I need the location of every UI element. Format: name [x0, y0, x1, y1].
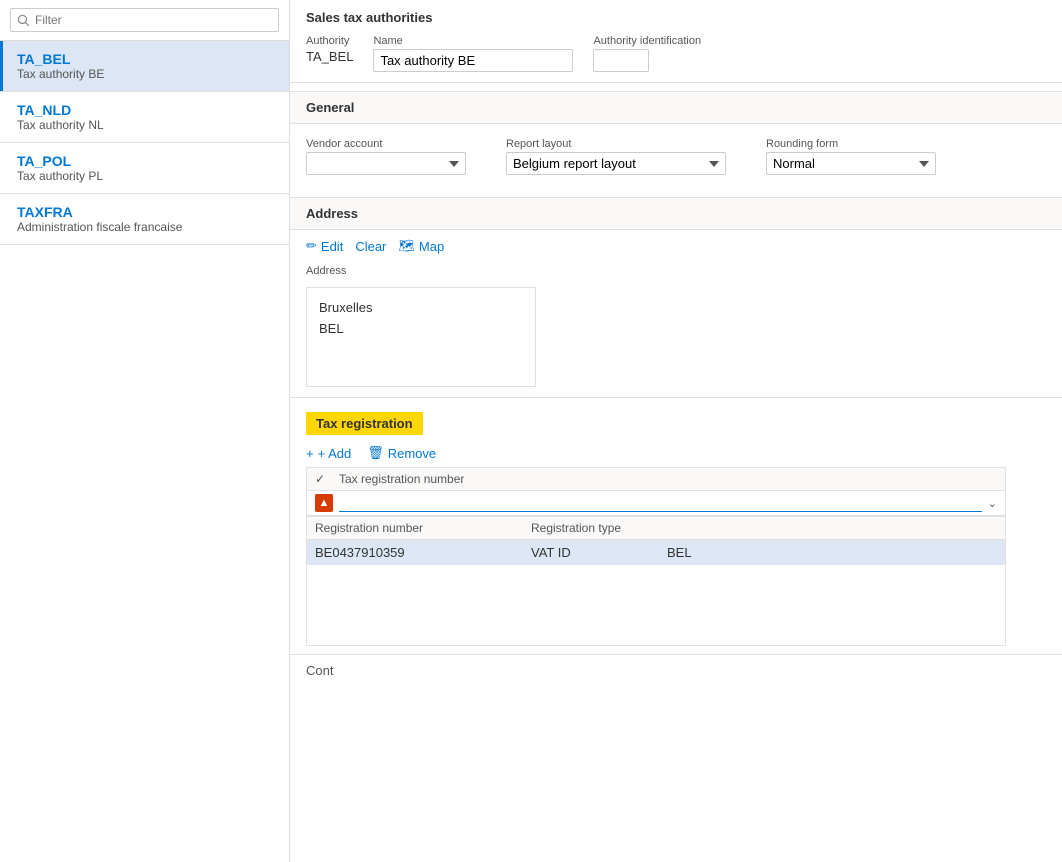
add-button[interactable]: + + Add	[306, 446, 351, 461]
dropdown-results: Registration number Registration type BE…	[306, 517, 1006, 646]
sidebar-item-desc: Tax authority NL	[17, 118, 275, 132]
tax-reg-input[interactable]	[339, 494, 982, 512]
sidebar-item-ta-nld[interactable]: TA_NLD Tax authority NL	[0, 92, 289, 142]
edit-button[interactable]: ✏ Edit	[306, 236, 343, 256]
name-input[interactable]	[373, 49, 573, 72]
sidebar-filter-container	[0, 0, 289, 41]
address-actions: ✏ Edit Clear 🗺 Map	[290, 230, 1062, 262]
add-icon: +	[306, 446, 314, 461]
remove-label: Remove	[388, 446, 436, 461]
sidebar-item-desc: Tax authority PL	[17, 169, 275, 183]
address-line2: BEL	[319, 319, 523, 340]
general-panel: General Vendor account Report layout Bel…	[290, 91, 1062, 189]
sidebar-item-code: TAXFRA	[17, 204, 275, 220]
sidebar-item-ta-pol[interactable]: TA_POL Tax authority PL	[0, 143, 289, 193]
dropdown-row-1[interactable]: BE0437910359 VAT ID BEL	[307, 540, 1005, 565]
chevron-down-icon[interactable]: ⌄	[988, 497, 997, 510]
cont-label: Cont	[290, 654, 1062, 686]
address-box: Bruxelles BEL	[306, 287, 536, 387]
authority-form-row: Authority TA_BEL Name Authority identifi…	[290, 31, 1062, 83]
pencil-icon: ✏	[306, 238, 317, 254]
auth-id-input[interactable]	[593, 49, 649, 72]
clear-button[interactable]: Clear	[355, 237, 386, 256]
sidebar-item-code: TA_BEL	[17, 51, 275, 67]
auth-id-label: Authority identification	[593, 35, 701, 47]
sidebar-item-code: TA_POL	[17, 153, 275, 169]
address-header: Address	[290, 198, 1062, 230]
trash-icon: 🗑	[367, 445, 384, 461]
rounding-form-label: Rounding form	[766, 138, 936, 150]
check-col-header: ✓	[315, 472, 339, 486]
address-field-label-row: Address	[290, 262, 1062, 281]
remove-button[interactable]: 🗑 Remove	[367, 445, 436, 461]
tax-input-row: ▲ ⌄	[307, 491, 1005, 516]
map-button[interactable]: 🗺 Map	[398, 236, 444, 256]
filter-input[interactable]	[10, 8, 279, 32]
address-actions-row: ✏ Edit Clear 🗺 Map Address Bruxelles BEL	[290, 230, 1062, 387]
sidebar-item-desc: Tax authority BE	[17, 67, 275, 81]
authority-value: TA_BEL	[306, 49, 353, 64]
reg-number-col-header: Registration number	[315, 521, 515, 535]
sidebar-item-ta-bel[interactable]: TA_BEL Tax authority BE	[0, 41, 289, 91]
reg-num-col-header: Tax registration number	[339, 472, 997, 486]
general-body: Vendor account Report layout Belgium rep…	[290, 124, 1062, 189]
tax-registration-label: Tax registration	[306, 412, 423, 435]
sidebar: TA_BEL Tax authority BE TA_NLD Tax autho…	[0, 0, 290, 862]
warning-icon: ▲	[315, 494, 333, 512]
reg-type-col-header: Registration type	[531, 521, 651, 535]
sidebar-item-code: TA_NLD	[17, 102, 275, 118]
page-title: Sales tax authorities	[290, 0, 1062, 31]
rounding-form-field: Rounding form Normal	[766, 138, 936, 175]
tax-table-header-row: ✓ Tax registration number	[307, 468, 1005, 491]
map-icon: 🗺	[398, 238, 415, 254]
tax-registration-section: Tax registration + + Add 🗑 Remove ✓ Tax …	[290, 397, 1062, 646]
address-field-label: Address	[306, 265, 346, 277]
dropdown-row1-country: BEL	[667, 545, 997, 560]
add-label: + Add	[318, 446, 352, 461]
vendor-account-label: Vendor account	[306, 138, 466, 150]
sidebar-item-taxfra[interactable]: TAXFRA Administration fiscale francaise	[0, 194, 289, 244]
authority-field: Authority TA_BEL	[306, 35, 353, 64]
main-content: Sales tax authorities Authority TA_BEL N…	[290, 0, 1062, 862]
address-line1: Bruxelles	[319, 298, 523, 319]
divider-4	[0, 244, 289, 245]
sidebar-item-desc: Administration fiscale francaise	[17, 220, 275, 234]
auth-id-field: Authority identification	[593, 35, 701, 72]
tax-reg-actions: + + Add 🗑 Remove	[290, 441, 1062, 467]
general-form-row: Vendor account Report layout Belgium rep…	[306, 132, 1046, 181]
vendor-account-select[interactable]	[306, 152, 466, 175]
report-layout-select[interactable]: Belgium report layout	[506, 152, 726, 175]
dropdown-col-headers: Registration number Registration type	[307, 517, 1005, 540]
name-label: Name	[373, 35, 573, 47]
dropdown-row1-type: VAT ID	[531, 545, 651, 560]
edit-label: Edit	[321, 239, 343, 254]
address-panel: Address ✏ Edit Clear 🗺 Map Address Brux	[290, 197, 1062, 387]
report-layout-label: Report layout	[506, 138, 726, 150]
tax-table: ✓ Tax registration number ▲ ⌄	[306, 467, 1006, 517]
dropdown-empty-space	[307, 565, 1005, 645]
rounding-form-select[interactable]: Normal	[766, 152, 936, 175]
dropdown-row1-num: BE0437910359	[315, 545, 515, 560]
clear-label: Clear	[355, 239, 386, 254]
country-col-header	[667, 521, 997, 535]
name-field: Name	[373, 35, 573, 72]
map-label: Map	[419, 239, 444, 254]
general-header: General	[290, 92, 1062, 124]
report-layout-field: Report layout Belgium report layout	[506, 138, 726, 175]
authority-label: Authority	[306, 35, 353, 47]
vendor-account-field: Vendor account	[306, 138, 466, 175]
